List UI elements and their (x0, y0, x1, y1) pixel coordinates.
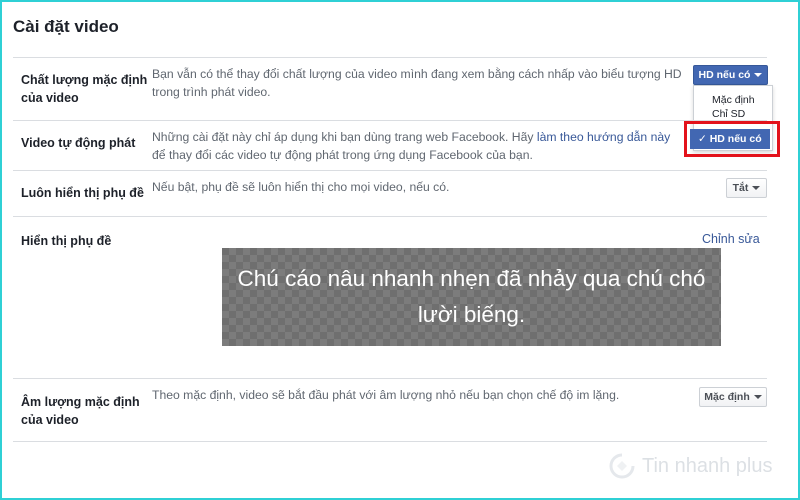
autoplay-description: Những cài đặt này chỉ áp dụng khi bạn dù… (152, 128, 682, 164)
quality-description: Bạn vẫn có thể thay đổi chất lượng của v… (152, 67, 682, 99)
divider (13, 57, 767, 58)
chevron-down-icon (753, 395, 762, 399)
tinnhanhplus-logo-icon (609, 453, 635, 479)
divider (13, 120, 767, 121)
divider (13, 170, 767, 171)
quality-label: Chất lượng mặc định của video (21, 73, 148, 105)
volume-select-value: Mặc định (704, 391, 750, 403)
captions-always-description: Nếu bật, phụ đề sẽ luôn hiển thị cho mọi… (152, 180, 450, 194)
caption-display-label: Hiển thị phụ đề (21, 234, 112, 248)
edit-caption-link[interactable]: Chỉnh sửa (702, 232, 760, 246)
divider (13, 216, 767, 217)
volume-select-button[interactable]: Mặc định (699, 387, 767, 407)
volume-description: Theo mặc định, video sẽ bắt đầu phát với… (152, 388, 620, 402)
watermark-text: Tin nhanh plus (642, 454, 773, 477)
autoplay-label: Video tự động phát (21, 136, 136, 150)
divider (13, 441, 767, 442)
quality-select-value: HD nếu có (698, 69, 751, 81)
chevron-down-icon (752, 186, 761, 190)
quality-option-default[interactable]: Mặc định (694, 90, 772, 110)
caption-preview: Chú cáo nâu nhanh nhẹn đã nhảy qua chú c… (222, 248, 721, 346)
page-title: Cài đặt video (13, 17, 119, 36)
volume-label: Âm lượng mặc định của video (21, 395, 140, 427)
autoplay-description-text-end: để thay đổi các video tự động phát trong… (152, 148, 533, 162)
divider (13, 378, 767, 379)
captions-always-select-button[interactable]: Tắt (726, 178, 767, 198)
captions-always-select-value: Tắt (732, 182, 749, 194)
highlight-box (684, 121, 780, 157)
quality-select-button[interactable]: HD nếu có (693, 65, 768, 85)
chevron-down-icon (754, 73, 763, 77)
quality-option-sd[interactable]: Chỉ SD (694, 109, 772, 119)
autoplay-description-text: Những cài đặt này chỉ áp dụng khi bạn dù… (152, 130, 537, 144)
watermark: Tin nhanh plus (608, 452, 772, 480)
autoplay-instructions-link[interactable]: làm theo hướng dẫn này (537, 130, 670, 144)
captions-always-label: Luôn hiển thị phụ đề (21, 186, 144, 200)
caption-preview-text: Chú cáo nâu nhanh nhẹn đã nhảy qua chú c… (237, 266, 706, 327)
